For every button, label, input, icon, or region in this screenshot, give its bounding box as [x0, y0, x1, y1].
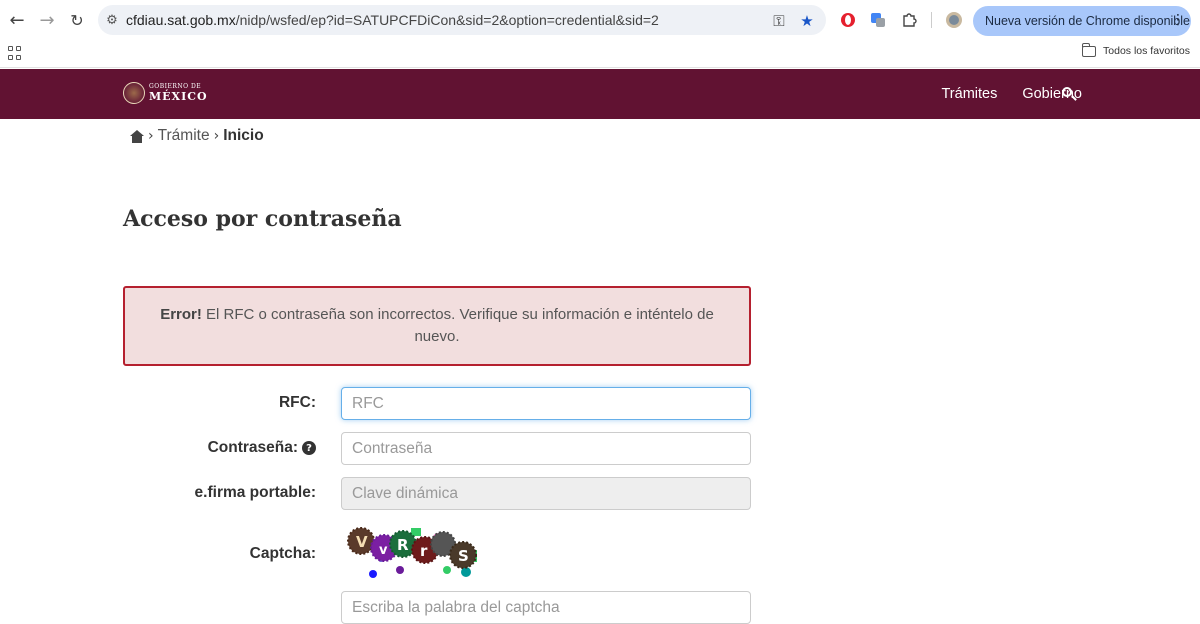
forward-arrow-icon[interactable]: → — [35, 8, 59, 32]
gob-header: GOBIERNO DE MÉXICO Trámites Gobierno — [0, 69, 1200, 119]
captcha-image: V v R r S — [343, 526, 483, 580]
captcha-letter: S — [458, 547, 469, 565]
extensions-puzzle-icon[interactable] — [899, 10, 919, 30]
home-icon[interactable] — [130, 129, 144, 143]
rfc-input[interactable] — [341, 387, 751, 420]
password-label: Contraseña: — [207, 439, 298, 456]
search-icon[interactable] — [1061, 86, 1077, 102]
update-label: Nueva versión de Chrome disponible — [985, 14, 1190, 28]
opera-extension-icon[interactable] — [838, 10, 858, 30]
site-info-icon[interactable]: ⚙ — [98, 5, 126, 35]
question-help-icon[interactable]: ? — [302, 441, 316, 455]
gobierno-logo[interactable]: GOBIERNO DE MÉXICO — [123, 82, 208, 104]
efirma-input[interactable] — [341, 477, 751, 510]
bookmarks-bar: Todos los favoritos — [0, 40, 1200, 68]
captcha-letter: R — [397, 536, 409, 554]
breadcrumb-tramite[interactable]: Trámite — [158, 127, 210, 145]
error-strong: Error! — [160, 306, 202, 323]
menu-dots-icon[interactable]: ⋮ — [1171, 12, 1185, 28]
address-bar[interactable]: ⚙ cfdiau.sat.gob.mx/nidp/wsfed/ep?id=SAT… — [98, 5, 826, 35]
captcha-letter: r — [420, 542, 428, 560]
browser-toolbar: ← → ↻ ⚙ cfdiau.sat.gob.mx/nidp/wsfed/ep?… — [0, 0, 1200, 40]
url-text[interactable]: cfdiau.sat.gob.mx/nidp/wsfed/ep?id=SATUP… — [126, 12, 659, 28]
toolbar-divider — [931, 12, 932, 28]
captcha-input[interactable] — [341, 591, 751, 624]
chevron-right-icon: › — [213, 128, 220, 144]
back-arrow-icon[interactable]: ← — [5, 8, 29, 32]
chevron-right-icon: › — [148, 128, 154, 144]
error-message: Error! El RFC o contraseña son incorrect… — [150, 304, 724, 348]
folder-icon — [1082, 42, 1097, 57]
captcha-letter: v — [379, 543, 388, 558]
breadcrumb: › Trámite › Inicio — [130, 127, 264, 145]
all-bookmarks-button[interactable]: Todos los favoritos — [1082, 42, 1190, 57]
all-bookmarks-label: Todos los favoritos — [1103, 45, 1190, 57]
error-alert: Error! El RFC o contraseña son incorrect… — [123, 286, 751, 366]
rfc-label: RFC: — [278, 394, 316, 411]
captcha-label: Captcha: — [249, 545, 316, 562]
chrome-update-button[interactable]: Nueva versión de Chrome disponible ⋮ — [973, 6, 1191, 36]
translate-extension-icon[interactable] — [868, 10, 888, 30]
password-input[interactable] — [341, 432, 751, 465]
profile-avatar[interactable] — [944, 10, 964, 30]
error-text: El RFC o contraseña son incorrectos. Ver… — [201, 306, 714, 345]
reload-icon[interactable]: ↻ — [65, 8, 89, 32]
page-title: Acceso por contraseña — [123, 206, 402, 232]
breadcrumb-current: Inicio — [223, 127, 264, 144]
captcha-letter: V — [356, 533, 368, 551]
national-seal-icon — [123, 82, 145, 104]
logo-bottom-text: MÉXICO — [149, 90, 208, 103]
efirma-label: e.firma portable: — [194, 484, 316, 501]
apps-grid-icon[interactable] — [8, 46, 22, 60]
password-label-row: Contraseña: ? — [208, 439, 316, 457]
password-key-icon[interactable]: ⚿ — [770, 12, 788, 30]
bookmark-star-icon[interactable]: ★ — [798, 12, 816, 30]
nav-tramites[interactable]: Trámites — [941, 86, 997, 102]
